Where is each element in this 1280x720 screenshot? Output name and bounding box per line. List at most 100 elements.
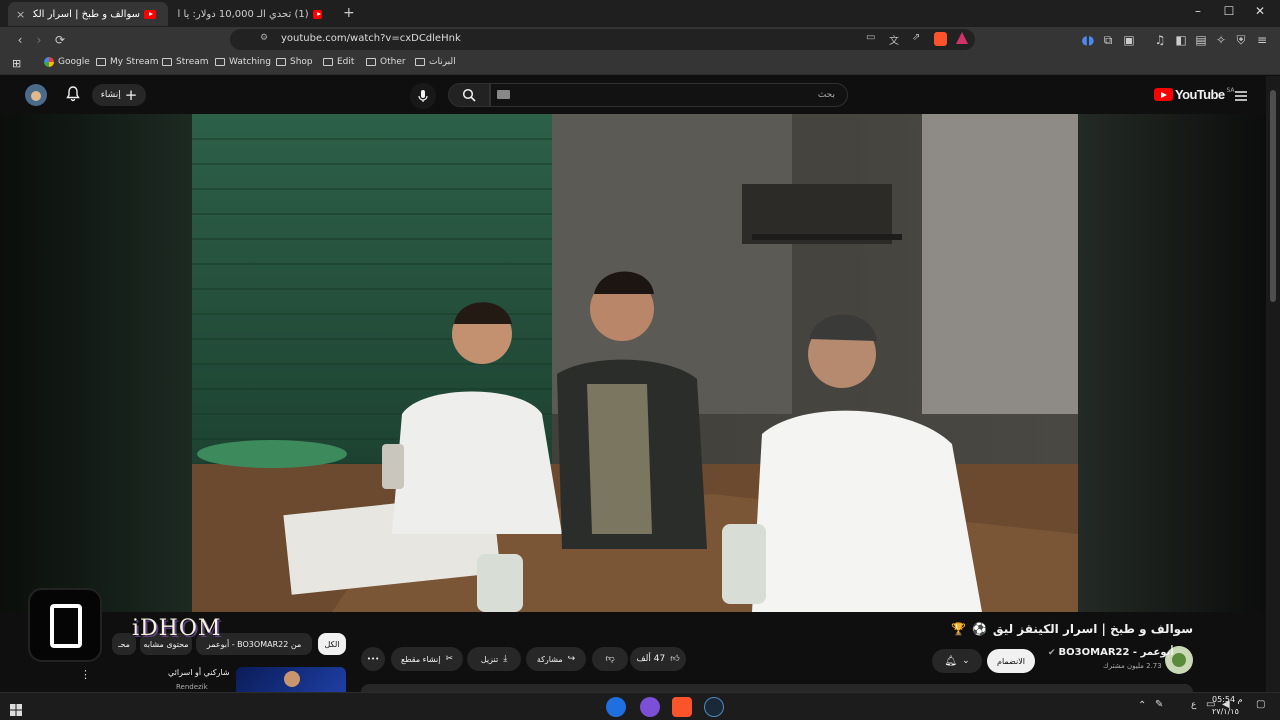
video-player[interactable]	[0, 114, 1266, 612]
dislike-button[interactable]: 👎︎	[592, 647, 628, 671]
steam-icon[interactable]	[704, 697, 724, 717]
close-window-button[interactable]: ✕	[1248, 4, 1272, 18]
chip-all[interactable]: الكل	[318, 633, 346, 655]
youtube-logo[interactable]: YouTube SA	[1154, 87, 1235, 102]
channel-name[interactable]: ✔ BO3OMAR22 - أبوعمر	[1048, 647, 1174, 658]
join-label: الانضمام	[997, 656, 1025, 666]
chevron-down-icon: ⌄	[962, 656, 970, 666]
menu-icon[interactable]: ≡	[1254, 32, 1270, 48]
tray-chevron-icon[interactable]: ⌃	[1138, 700, 1146, 711]
youtube-favicon-icon	[312, 9, 322, 19]
join-button[interactable]: الانضمام	[987, 649, 1035, 673]
chip-label: محـ	[118, 639, 130, 649]
wallet-icon[interactable]: ▤	[1193, 32, 1209, 48]
bookmark-label: Stream	[176, 57, 209, 67]
subscriber-count: 2.73 مليون مشترك	[1103, 662, 1162, 670]
media-icon[interactable]: ♫	[1152, 32, 1168, 48]
tab-active[interactable]: سوالف و طبخ | اسرار الكينقز ليق ×	[8, 2, 168, 26]
soccer-ball-icon: ⚽	[971, 622, 987, 636]
reload-icon[interactable]: ⟳	[52, 32, 68, 48]
notifications-icon[interactable]	[66, 86, 80, 106]
bookmark-label: Shop	[290, 57, 313, 67]
bell-icon: 🔔︎	[944, 655, 958, 667]
like-button[interactable]: 👍︎ 47 ألف	[630, 647, 686, 671]
brave-rewards-icon[interactable]	[956, 32, 968, 44]
avatar[interactable]	[25, 84, 47, 106]
share-icon[interactable]: ⇗	[912, 32, 920, 43]
more-actions-button[interactable]: •••	[361, 647, 385, 671]
recommendation-thumbnail[interactable]	[236, 667, 346, 692]
tray-pen-icon[interactable]: ✎	[1155, 699, 1163, 710]
sidebar-icon[interactable]: ◧	[1173, 32, 1189, 48]
plus-icon: +	[124, 86, 138, 104]
bookmark-edit[interactable]: Edit	[323, 57, 354, 67]
brave-browser-icon[interactable]	[672, 697, 692, 717]
tab-inactive[interactable]: (1) تحدي الـ 10,000 دولار: يا أجمعها، يا	[172, 2, 332, 26]
windows-logo-icon	[10, 704, 22, 716]
page-scrollbar[interactable]	[1266, 76, 1280, 692]
cast-icon[interactable]: ▭	[866, 32, 875, 43]
folder-icon	[162, 58, 172, 66]
app-one-icon[interactable]	[606, 697, 626, 717]
dislike-icon: 👎︎	[605, 654, 615, 664]
bookmark-watching[interactable]: Watching	[215, 57, 271, 67]
site-info-icon[interactable]: ⚙	[260, 33, 268, 43]
video-title-text: سوالف و طبخ | اسرار الكينقز ليق	[992, 622, 1193, 636]
bookmark-arabic[interactable]: البرنات	[415, 57, 456, 67]
tray-language[interactable]: ع	[1191, 700, 1196, 710]
notifications-center-icon[interactable]: ▢	[1256, 699, 1265, 710]
voice-search-button[interactable]	[410, 83, 436, 109]
clock-time[interactable]: 05:54 م	[1212, 695, 1243, 704]
search-button[interactable]	[448, 83, 490, 107]
clock-date[interactable]: ٢٧/١/١٥	[1212, 707, 1239, 716]
screenshot-icon[interactable]: ▣	[1121, 32, 1137, 48]
minimize-button[interactable]: –	[1186, 4, 1210, 18]
create-button[interactable]: إنشاء +	[92, 84, 146, 106]
bookmark-label: Edit	[337, 57, 355, 67]
watch-metadata: سوالف و طبخ | اسرار الكينقز ليق ⚽ 🏆 ✔ BO…	[0, 588, 1266, 692]
bookmark-shop[interactable]: Shop	[276, 57, 313, 67]
leo-icon[interactable]: ◖◗	[1080, 32, 1096, 48]
bookmark-google[interactable]: Google	[44, 57, 90, 67]
url-text: youtube.com/watch?v=cxDCdleHnk	[281, 33, 461, 44]
extensions-icon[interactable]: ⧉	[1100, 32, 1116, 48]
clip-button[interactable]: ✂ إنشاء مقطع	[391, 647, 463, 671]
vpn-icon[interactable]: ⛨	[1233, 32, 1249, 48]
ai-icon[interactable]: ✧	[1213, 32, 1229, 48]
browser-toolbar: ‹ › ⟳ ⚙ youtube.com/watch?v=cxDCdleHnk ▭…	[0, 27, 1280, 53]
bookmark-my-stream[interactable]: My Stream	[96, 57, 159, 67]
subscribe-notification-button[interactable]: ⌄ 🔔︎	[932, 649, 982, 673]
apps-icon[interactable]: ⊞	[12, 57, 21, 70]
stream-watermark: iDHOM	[132, 616, 222, 641]
scissors-icon: ✂	[445, 654, 454, 664]
youtube-logo-icon	[1154, 88, 1173, 101]
keyboard-icon[interactable]	[497, 90, 510, 99]
forward-icon[interactable]: ›	[31, 32, 47, 48]
bookmark-other[interactable]: Other	[366, 57, 406, 67]
download-button[interactable]: ⤓ تنزيل	[467, 647, 521, 671]
address-bar[interactable]: ⚙ youtube.com/watch?v=cxDCdleHnk ▭ 文 ⇗	[230, 29, 975, 50]
share-arrow-icon: ↪	[567, 654, 576, 664]
youtube-favicon-icon	[144, 9, 156, 19]
bookmarks-bar: ⊞ Google My Stream Stream Watching Shop …	[0, 53, 1280, 75]
scrollbar-thumb[interactable]	[1270, 90, 1276, 302]
app-two-icon[interactable]	[640, 697, 660, 717]
create-label: إنشاء	[100, 90, 121, 100]
recommendation-title[interactable]: شاركني أو اسرائي	[168, 668, 230, 677]
folder-icon	[276, 58, 286, 66]
back-icon[interactable]: ‹	[12, 32, 28, 48]
translate-icon[interactable]: 文	[889, 32, 899, 47]
tab-close-icon[interactable]: ×	[16, 8, 25, 21]
new-tab-button[interactable]: +	[343, 5, 355, 21]
search-input[interactable]: بحث	[490, 83, 848, 107]
share-label: مشاركة	[536, 654, 563, 664]
guide-menu-icon[interactable]	[1234, 87, 1248, 106]
ambient-right	[1078, 114, 1266, 612]
share-button[interactable]: ↪ مشاركة	[526, 647, 586, 671]
maximize-button[interactable]: ☐	[1217, 4, 1241, 18]
bookmark-stream[interactable]: Stream	[162, 57, 209, 67]
recommendation-menu-icon[interactable]: ⋮	[80, 668, 91, 681]
start-button[interactable]	[10, 701, 22, 720]
brave-shield-icon[interactable]	[934, 32, 947, 46]
video-frame[interactable]	[192, 114, 1078, 612]
